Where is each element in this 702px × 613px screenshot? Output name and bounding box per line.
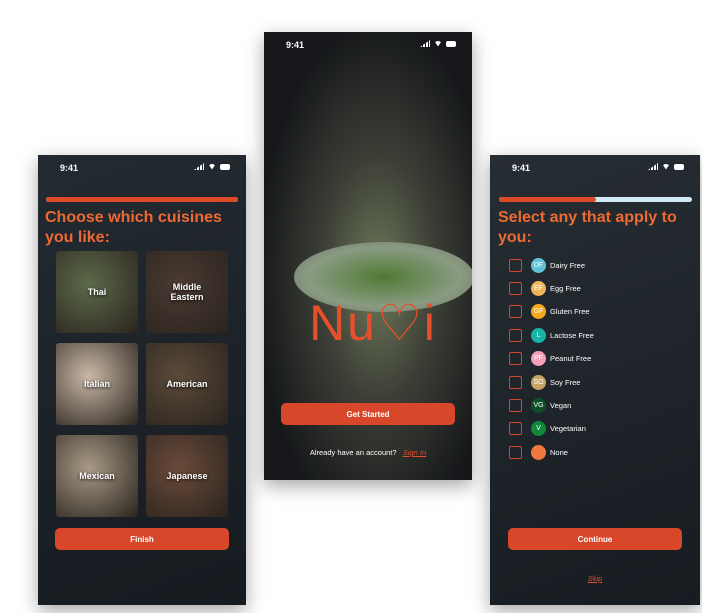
- checkbox[interactable]: [509, 375, 522, 389]
- diet-badge-icon: EF: [531, 280, 546, 296]
- diet-option[interactable]: L Lactose Free: [509, 327, 594, 343]
- cuisine-tile[interactable]: Middle Eastern: [146, 251, 228, 333]
- cuisine-tile[interactable]: Italian: [56, 343, 138, 425]
- finish-button[interactable]: Finish: [55, 528, 229, 550]
- diet-badge-icon: SO: [531, 374, 546, 390]
- sign-in-link[interactable]: Sign In: [403, 448, 426, 457]
- status-bar: 9:41: [264, 32, 472, 56]
- checkbox[interactable]: [509, 398, 522, 412]
- page-title: Choose which cuisines you like:: [45, 209, 222, 246]
- checkbox[interactable]: [509, 328, 522, 342]
- status-time: 9:41: [60, 163, 79, 173]
- checkbox[interactable]: [509, 352, 522, 366]
- wifi-icon: [208, 163, 216, 170]
- diet-label: Dairy Free: [550, 260, 586, 270]
- diet-label: Vegan: [550, 400, 572, 410]
- cuisine-label: American: [166, 379, 208, 389]
- checkbox[interactable]: [509, 258, 522, 272]
- signal-icon: [648, 163, 658, 170]
- wifi-icon: [662, 163, 670, 170]
- diet-badge-icon: DF: [531, 257, 546, 273]
- diet-label: Peanut Free: [550, 354, 592, 364]
- checkbox[interactable]: [509, 445, 522, 459]
- checkbox[interactable]: [509, 281, 522, 295]
- diet-option[interactable]: VG Vegan: [509, 397, 571, 413]
- page-title: Select any that apply to you:: [498, 209, 677, 246]
- continue-button[interactable]: Continue: [508, 528, 682, 550]
- cuisine-label: Italian: [83, 379, 110, 389]
- diet-badge-icon: [531, 444, 546, 460]
- diet-badge-icon: VG: [531, 397, 546, 413]
- checkbox[interactable]: [509, 305, 522, 319]
- cuisine-label: Mexican: [79, 471, 115, 481]
- account-prompt: Already have an account?: [309, 448, 397, 457]
- diet-screen: 9:41 Select any that apply to you: DF Dai…: [490, 155, 700, 605]
- diet-option[interactable]: DF Dairy Free: [509, 257, 585, 273]
- status-bar: 9:41: [38, 155, 246, 179]
- cuisine-tile[interactable]: Mexican: [56, 435, 138, 517]
- welcome-screen: 9:41 Nu♡i Get Started Already have an ac…: [264, 32, 472, 480]
- diet-option[interactable]: None: [509, 444, 568, 460]
- diet-label: Soy Free: [550, 377, 581, 387]
- diet-label: Lactose Free: [550, 330, 594, 340]
- battery-icon: [446, 40, 456, 47]
- progress-bar: [46, 197, 238, 202]
- signal-icon: [194, 163, 204, 170]
- diet-label: Egg Free: [550, 283, 581, 293]
- progress-bar: [499, 197, 692, 202]
- checkbox[interactable]: [509, 422, 522, 436]
- cuisine-tile[interactable]: Japanese: [146, 435, 228, 517]
- diet-option[interactable]: EF Egg Free: [509, 280, 581, 296]
- diet-label: Vegetarian: [550, 424, 586, 434]
- battery-icon: [674, 163, 684, 170]
- diet-option[interactable]: V Vegetarian: [509, 421, 586, 437]
- diet-badge-icon: L: [531, 327, 546, 343]
- signal-icon: [420, 40, 430, 47]
- diet-label: Gluten Free: [550, 307, 590, 317]
- cuisine-screen: 9:41 Choose which cuisines you like: Tha…: [38, 155, 246, 605]
- nuvi-logo: Nu♡i: [309, 295, 437, 351]
- diet-label: None: [550, 447, 568, 457]
- cuisine-label: Japanese: [166, 471, 208, 481]
- battery-icon: [220, 163, 230, 170]
- cuisine-tile[interactable]: Thai: [56, 251, 138, 333]
- status-bar: 9:41: [490, 155, 700, 179]
- get-started-button[interactable]: Get Started: [281, 403, 455, 425]
- status-time: 9:41: [286, 40, 305, 50]
- diet-option[interactable]: SO Soy Free: [509, 374, 580, 390]
- diet-badge-icon: PF: [531, 351, 546, 367]
- status-time: 9:41: [512, 163, 531, 173]
- diet-option[interactable]: PF Peanut Free: [509, 351, 591, 367]
- cuisine-tile[interactable]: American: [146, 343, 228, 425]
- cuisine-label: Thai: [87, 287, 107, 297]
- wifi-icon: [434, 40, 442, 47]
- skip-link[interactable]: Skip: [490, 574, 700, 583]
- diet-badge-icon: V: [531, 421, 546, 437]
- diet-badge-icon: GF: [531, 304, 546, 320]
- diet-option[interactable]: GF Gluten Free: [509, 304, 590, 320]
- cuisine-label: Middle Eastern: [170, 282, 204, 302]
